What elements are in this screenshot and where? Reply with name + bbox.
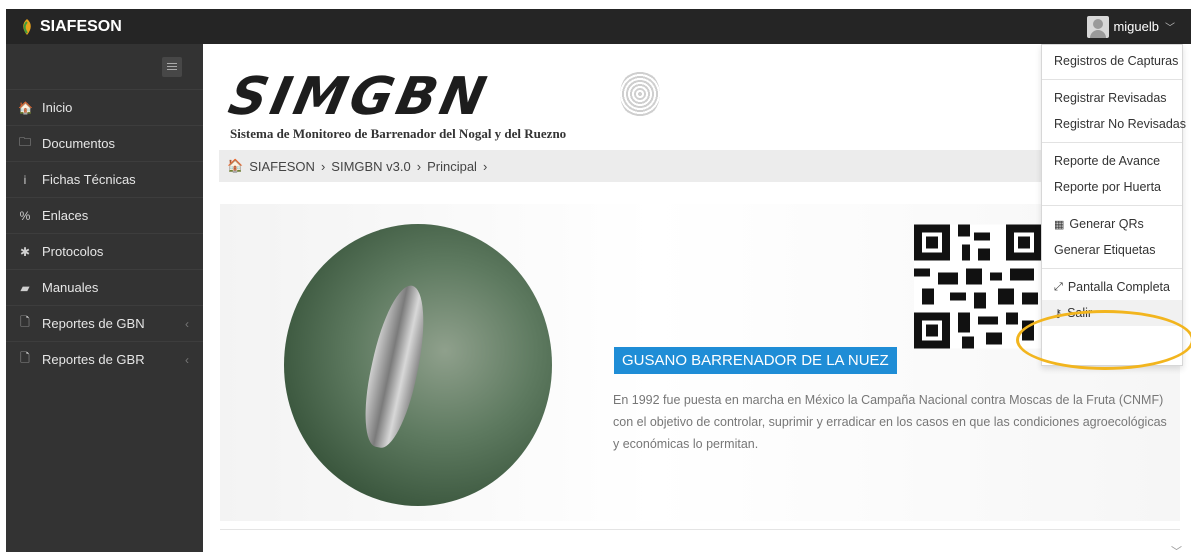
sidebar-item-inicio[interactable]: 🏠 Inicio [6, 89, 203, 125]
sidebar-item-label: Reportes de GBN [42, 316, 145, 331]
banner-description: En 1992 fue puesta en marcha en México l… [613, 393, 1167, 451]
brand-logo[interactable]: SIAFESON [18, 9, 122, 44]
sidebar-item-reportes-gbn[interactable]: 🗋 Reportes de GBN ‹ [6, 305, 203, 341]
sidebar-item-label: Inicio [42, 100, 73, 115]
menu-item-label: Registrar No Revisadas [1054, 117, 1186, 131]
app-window: SIAFESON miguelb ﹀ 🏠 Inicio 🗀 Documentos… [6, 9, 1191, 552]
menu-item-label: Registros de Capturas [1054, 54, 1179, 68]
chevron-left-icon: ‹ [185, 316, 189, 331]
breadcrumb-item[interactable]: SIMGBN v3.0 [331, 159, 410, 174]
user-name: miguelb [1113, 19, 1159, 34]
sidebar-menu: 🏠 Inicio 🗀 Documentos i Fichas Técnicas … [6, 89, 203, 377]
sidebar-item-label: Manuales [42, 280, 99, 295]
simgbn-logo: SIMGBN Sistema de Monitoreo de Barrenado… [224, 67, 660, 142]
sidebar-item-label: Reportes de GBR [42, 352, 145, 367]
leaf-logo-icon [23, 18, 31, 35]
fullscreen-icon: ⤢ [1054, 280, 1063, 293]
sidebar-item-label: Documentos [42, 136, 115, 151]
user-menu-toggle[interactable]: miguelb ﹀ [1087, 9, 1175, 44]
avatar [1087, 15, 1110, 38]
folder-icon: 🗀 [18, 135, 31, 149]
menu-item-label: Reporte por Huerta [1054, 180, 1162, 194]
breadcrumb: 🏠 SIAFESON › SIMGBN v3.0 › Principal › [219, 150, 1179, 182]
menu-item-generar-etiquetas[interactable]: Generar Etiquetas [1042, 237, 1182, 263]
home-icon: 🏠 [18, 100, 33, 115]
hero-banner: GUSANO BARRENADOR DE LA NUEZ En 1992 fue… [220, 204, 1180, 521]
logo-title: SIMGBN [223, 67, 495, 127]
menu-item-reporte-avance[interactable]: Reporte de Avance [1042, 148, 1182, 174]
menu-item-label: Generar Etiquetas [1054, 243, 1156, 257]
menu-item-label: Generar QRs [1069, 217, 1144, 231]
sidebar-item-manuales[interactable]: ▰ Manuales [6, 269, 203, 305]
link-icon: % [19, 208, 31, 223]
menu-divider [1042, 205, 1182, 206]
sidebar-item-label: Enlaces [42, 208, 89, 223]
menu-item-registrar-no-revisadas[interactable]: Registrar No Revisadas [1042, 111, 1186, 137]
sidebar-item-reportes-gbr[interactable]: 🗋 Reportes de GBR ‹ [6, 341, 203, 377]
book-icon: ▰ [20, 280, 30, 295]
menu-item-label: Reporte de Avance [1054, 154, 1161, 168]
sidebar-item-fichas[interactable]: i Fichas Técnicas [6, 161, 203, 197]
highlight-annotation [1016, 310, 1191, 370]
gear-icon: ✱ [19, 244, 31, 259]
info-icon: i [23, 172, 27, 187]
file-icon: 🗋 [20, 315, 30, 329]
breadcrumb-item[interactable]: SIAFESON [249, 159, 315, 174]
menu-item-registros-capturas[interactable]: Registros de Capturas [1042, 48, 1182, 74]
sidebar-toggle-button[interactable] [162, 57, 182, 77]
sidebar-item-enlaces[interactable]: % Enlaces [6, 197, 203, 233]
banner-title: GUSANO BARRENADOR DE LA NUEZ [614, 347, 897, 374]
top-navbar: SIAFESON miguelb ﹀ [6, 9, 1191, 44]
menu-item-pantalla-completa[interactable]: ⤢ Pantalla Completa [1042, 274, 1182, 300]
sidebar: 🏠 Inicio 🗀 Documentos i Fichas Técnicas … [6, 44, 203, 552]
menu-item-label: Pantalla Completa [1067, 280, 1170, 294]
qr-icon: ▦ [1054, 218, 1065, 231]
sidebar-item-label: Protocolos [42, 244, 104, 259]
menu-divider [1042, 142, 1182, 143]
menu-item-generar-qrs[interactable]: ▦ Generar QRs [1042, 211, 1182, 237]
sidebar-item-documentos[interactable]: 🗀 Documentos [6, 125, 203, 161]
logo-subtitle: Sistema de Monitoreo de Barrenador del N… [230, 126, 567, 141]
swirl-emblem-icon [620, 70, 660, 118]
sidebar-item-label: Fichas Técnicas [42, 172, 136, 187]
home-icon: 🏠 [227, 158, 244, 173]
divider [220, 529, 1180, 530]
menu-item-label: Registrar Revisadas [1054, 91, 1167, 105]
chevron-left-icon: ‹ [185, 352, 189, 367]
breadcrumb-separator: › [320, 158, 326, 174]
menu-item-registrar-revisadas[interactable]: Registrar Revisadas [1042, 85, 1182, 111]
chevron-down-icon: ﹀ [1165, 23, 1175, 34]
breadcrumb-separator: › [416, 158, 422, 174]
chevron-down-icon[interactable]: ﹀ [1171, 543, 1182, 552]
brand-name: SIAFESON [40, 17, 122, 35]
moth-image [355, 281, 435, 452]
menu-divider [1042, 79, 1182, 80]
file-icon: 🗋 [20, 351, 30, 365]
breadcrumb-item[interactable]: Principal [427, 159, 477, 174]
sidebar-item-protocolos[interactable]: ✱ Protocolos [6, 233, 203, 269]
menu-item-reporte-huerta[interactable]: Reporte por Huerta [1042, 174, 1182, 200]
breadcrumb-separator: › [482, 158, 488, 174]
menu-divider [1042, 268, 1182, 269]
moth-photo [284, 224, 552, 506]
